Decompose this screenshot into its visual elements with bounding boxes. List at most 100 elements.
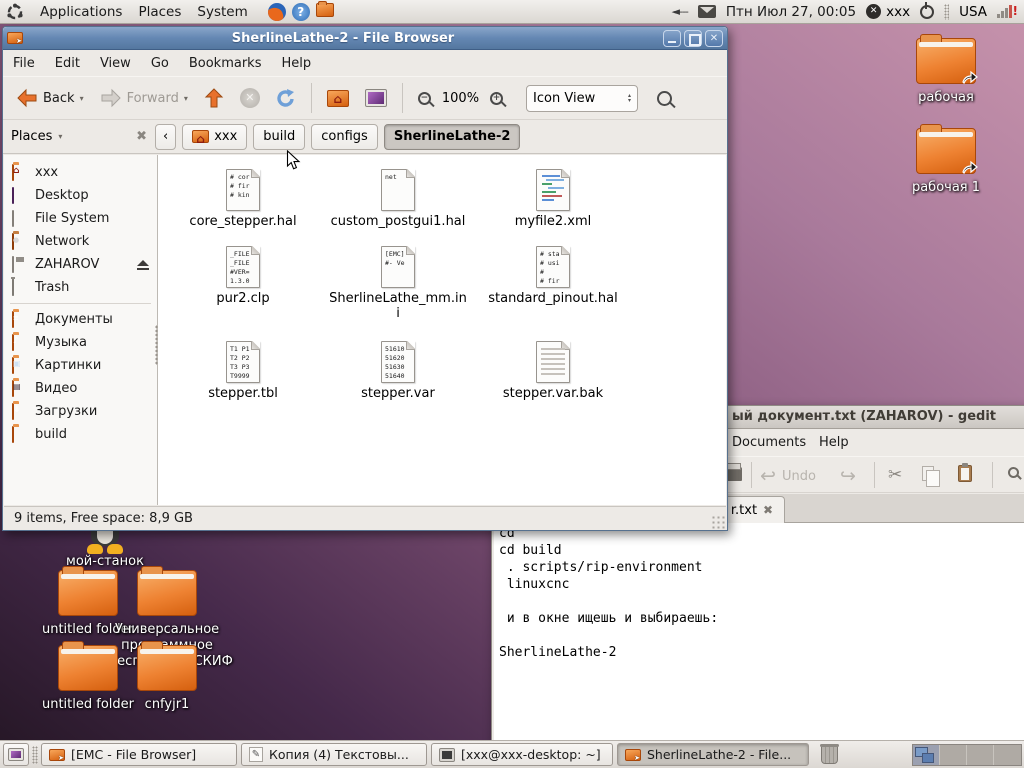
sidebar-item-documents[interactable]: ≡ Документы	[4, 308, 157, 331]
search-icon[interactable]	[1008, 467, 1019, 478]
path-scroll-left-button[interactable]: ‹	[155, 123, 177, 150]
copy-icon[interactable]	[922, 466, 940, 487]
file-manager-icon[interactable]	[315, 0, 334, 17]
menu-places[interactable]: Places	[138, 4, 181, 20]
file-item[interactable]: _FILE _FILE #VER= 1.3.0 pur2.clp	[168, 246, 318, 306]
eject-icon[interactable]	[137, 259, 149, 270]
file-item[interactable]: net custom_postgui1.hal	[323, 169, 473, 229]
taskbar-window-gedit[interactable]: ✎ Копия (4) Текстовы...	[241, 743, 427, 766]
file-item[interactable]: # sta # usi # # fir standard_pinout.hal	[478, 246, 628, 306]
undo-icon[interactable]: ↩	[760, 465, 776, 487]
paste-icon[interactable]	[958, 463, 972, 482]
mail-icon[interactable]	[697, 5, 716, 18]
file-item[interactable]: stepper.var.bak	[478, 341, 628, 401]
sidebar-item-downloads[interactable]: ↓ Загрузки	[4, 400, 157, 423]
menu-go[interactable]: Go	[151, 56, 169, 71]
desktop-icon-cnfyjr1[interactable]: cnfyjr1	[107, 641, 227, 713]
applet-drag-handle[interactable]	[944, 3, 950, 20]
text-file-icon: _FILE _FILE #VER= 1.3.0	[226, 246, 260, 288]
home-button[interactable]	[322, 87, 354, 110]
path-button-build[interactable]: build	[253, 123, 306, 150]
file-browser-titlebar[interactable]: SherlineLathe-2 - File Browser ✕	[3, 27, 727, 50]
side-pane-selector[interactable]: Places ▾ ✖	[3, 129, 155, 144]
stop-button[interactable]: ✕	[235, 85, 265, 111]
bottom-taskbar: [EMC - File Browser] ✎ Копия (4) Текстов…	[0, 740, 1024, 768]
user-switcher[interactable]: ✕ xxx	[866, 4, 910, 20]
file-item[interactable]: myfile2.xml	[478, 169, 628, 229]
maximize-button[interactable]	[684, 29, 702, 47]
volume-muted-icon[interactable]: ◄---	[672, 5, 689, 18]
sidebar-item-network[interactable]: ● Network	[4, 230, 157, 253]
tab-close-icon[interactable]: ✖	[763, 503, 773, 517]
text-file-icon: # sta # usi # # fir	[536, 246, 570, 288]
menu-file[interactable]: File	[13, 56, 35, 71]
forward-button[interactable]: Forward ▾	[95, 85, 193, 111]
firefox-icon[interactable]	[267, 2, 286, 21]
menu-edit[interactable]: Edit	[55, 56, 80, 71]
redo-icon[interactable]: ↪	[840, 465, 856, 487]
network-signal-icon[interactable]: !	[997, 4, 1018, 18]
path-button-home[interactable]: xxx	[182, 123, 248, 150]
taskbar-window-emc[interactable]: [EMC - File Browser]	[41, 743, 237, 766]
sidebar-item-home[interactable]: ⌂ xxx	[4, 161, 157, 184]
trash-icon[interactable]	[820, 743, 839, 764]
window-resize-grip[interactable]	[711, 515, 725, 529]
sidebar-item-trash[interactable]: Trash	[4, 276, 157, 299]
file-item[interactable]: T1 P1 T2 P2 T3 P3 T9999 stepper.tbl	[168, 341, 318, 401]
cut-icon[interactable]: ✂	[888, 465, 902, 485]
reload-button[interactable]	[271, 85, 301, 111]
taskbar-window-terminal[interactable]: [xxx@xxx-desktop: ~]	[431, 743, 613, 766]
close-button[interactable]: ✕	[705, 29, 723, 47]
computer-button[interactable]	[360, 86, 392, 110]
sidebar-item-desktop[interactable]: Desktop	[4, 184, 157, 207]
path-button-current[interactable]: SherlineLathe-2	[383, 123, 521, 150]
zoom-in-button[interactable]: +	[485, 89, 508, 108]
pictures-folder-icon: ▣	[12, 356, 21, 374]
clock[interactable]: Птн Июл 27, 00:05	[726, 4, 856, 20]
help-icon[interactable]: ?	[291, 2, 310, 21]
back-button[interactable]: Back ▾	[11, 85, 89, 111]
sidebar-item-video[interactable]: ▤ Видео	[4, 377, 157, 400]
tab-label: r.txt	[730, 502, 758, 518]
file-icon-view[interactable]: # cor # fir # kin core_stepper.hal net cus…	[158, 155, 726, 505]
terminal-icon	[439, 747, 455, 762]
file-name: pur2.clp	[216, 291, 270, 306]
sidebar-item-build[interactable]: build	[4, 423, 157, 446]
workspace-4[interactable]	[994, 744, 1021, 765]
file-item[interactable]: 51610 51620 51630 51640 stepper.var	[323, 341, 473, 401]
workspace-switcher[interactable]	[912, 743, 1022, 766]
minimize-button[interactable]	[663, 29, 681, 47]
path-button-configs[interactable]: configs	[311, 123, 378, 150]
close-side-pane-icon[interactable]: ✖	[136, 129, 147, 144]
show-desktop-button[interactable]	[3, 743, 29, 766]
file-item[interactable]: # cor # fir # kin core_stepper.hal	[168, 169, 318, 229]
menu-help[interactable]: Help	[281, 56, 311, 71]
sidebar-item-zaharov[interactable]: ZAHAROV	[4, 253, 157, 276]
workspace-3[interactable]	[967, 744, 994, 765]
menu-view[interactable]: View	[100, 56, 131, 71]
zoom-out-button[interactable]: −	[413, 89, 436, 108]
up-button[interactable]	[199, 84, 229, 112]
power-icon[interactable]	[920, 1, 935, 19]
view-mode-select[interactable]: Icon View ▴ ▾	[526, 84, 639, 112]
desktop-icon-rabochaya[interactable]: рабочая	[886, 34, 1006, 106]
menu-applications[interactable]: Applications	[40, 4, 122, 20]
menu-bookmarks[interactable]: Bookmarks	[189, 56, 262, 71]
search-button[interactable]	[652, 88, 677, 109]
file-name: standard_pinout.hal	[488, 291, 618, 306]
sidebar-item-music[interactable]: ♪ Музыка	[4, 331, 157, 354]
desktop-icon-rabochaya-1[interactable]: рабочая 1	[886, 124, 1006, 196]
workspace-1[interactable]	[913, 744, 940, 765]
menu-help[interactable]: Help	[819, 435, 849, 450]
stop-icon: ✕	[239, 88, 260, 108]
sidebar-item-pictures[interactable]: ▣ Картинки	[4, 354, 157, 377]
menu-documents[interactable]: Documents	[732, 435, 806, 450]
gedit-text-area[interactable]: cd cd build . scripts/rip-environment li…	[494, 523, 1024, 742]
menu-system[interactable]: System	[197, 4, 247, 20]
file-item[interactable]: [EMC] #- Ve SherlineLathe_mm.ini	[323, 246, 473, 321]
sidebar-item-filesystem[interactable]: File System	[4, 207, 157, 230]
keyboard-layout-indicator[interactable]: USA	[959, 4, 987, 20]
workspace-2[interactable]	[940, 744, 967, 765]
taskbar-window-sherline[interactable]: SherlineLathe-2 - File...	[617, 743, 809, 766]
gedit-tab[interactable]: r.txt ✖	[719, 496, 785, 523]
